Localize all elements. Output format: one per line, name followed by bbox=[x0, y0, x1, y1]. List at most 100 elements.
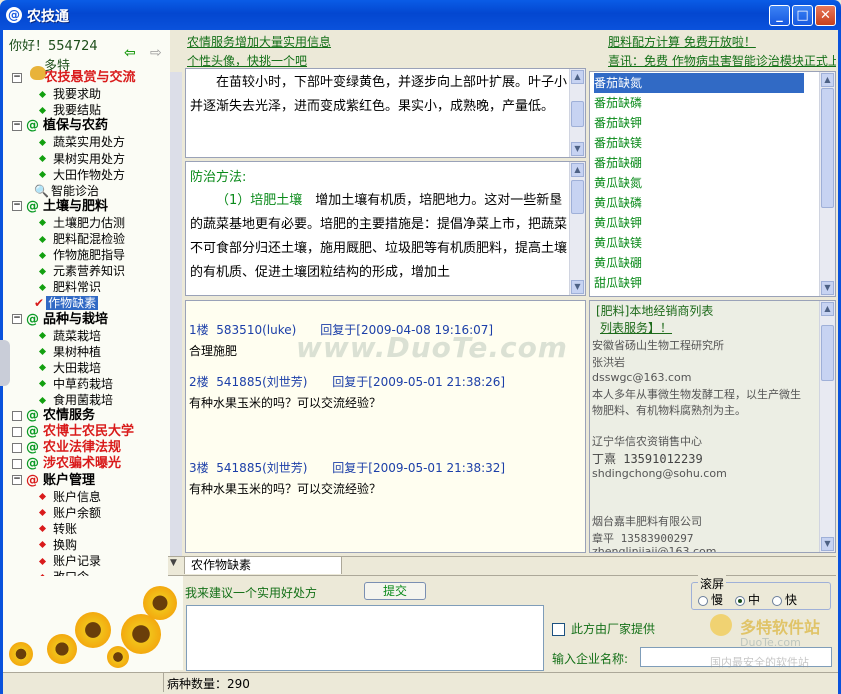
collapse-icon[interactable] bbox=[12, 426, 22, 437]
tree-item[interactable]: − @ 品种与栽培 bbox=[12, 312, 108, 328]
radio-icon[interactable] bbox=[698, 595, 708, 606]
bullet-icon bbox=[38, 348, 47, 356]
tab-deficiency[interactable]: 农作物缺素 bbox=[184, 556, 342, 574]
fertilizer-calc-link[interactable]: 肥料配方计算 免费开放啦！ bbox=[608, 33, 756, 50]
scroll-speed-option[interactable]: 慢 bbox=[698, 593, 723, 607]
back-arrow-icon[interactable]: ⇦ bbox=[124, 45, 136, 61]
tree-item[interactable]: 作物施肥指导 bbox=[38, 247, 125, 263]
tree-item[interactable]: @ 农业法律法规 bbox=[12, 440, 121, 456]
list-item[interactable]: 番茄缺氮 bbox=[594, 73, 804, 93]
tree-item[interactable]: @ 涉农骗术曝光 bbox=[12, 456, 121, 472]
collapse-icon[interactable]: − bbox=[12, 475, 22, 485]
bullet-icon bbox=[38, 493, 47, 501]
tree-item[interactable]: 🔍 智能诊治 bbox=[34, 183, 99, 199]
tree-item[interactable]: 元素营养知识 bbox=[38, 263, 125, 279]
bullet-icon bbox=[38, 267, 47, 275]
minimize-icon: _ bbox=[776, 8, 783, 23]
list-item[interactable]: 番茄缺磷 bbox=[594, 93, 804, 113]
tree-item[interactable]: 肥料常识 bbox=[38, 279, 101, 295]
tree-item[interactable]: − @ 土壤与肥料 bbox=[12, 199, 108, 215]
tree-item[interactable]: 蔬菜栽培 bbox=[38, 328, 101, 344]
minimize-button[interactable]: _ bbox=[769, 5, 790, 26]
comment-reply[interactable]: 回复于[2009-05-01 21:38:32] bbox=[332, 461, 505, 475]
tree-item-label: 大田作物处方 bbox=[53, 167, 126, 182]
list-item[interactable]: 黄瓜缺钾 bbox=[594, 213, 804, 233]
collapse-handle[interactable] bbox=[0, 340, 10, 386]
tree-item[interactable]: 转账 bbox=[38, 521, 77, 537]
control-scrollbar[interactable]: ▲ ▼ bbox=[569, 162, 585, 295]
tree-item[interactable]: @ 农博士农民大学 bbox=[12, 424, 134, 440]
forward-arrow-icon[interactable]: ⇨ bbox=[150, 45, 162, 61]
tree-item[interactable]: 土壤肥力估测 bbox=[38, 215, 125, 231]
tree-item[interactable]: 中草药栽培 bbox=[38, 376, 113, 392]
tree-item[interactable]: − @ 植保与农药 bbox=[12, 118, 108, 134]
list-item[interactable]: 番茄缺硼 bbox=[594, 153, 804, 173]
maximize-button[interactable]: □ bbox=[792, 5, 813, 26]
dealer-header[interactable]: [肥料]本地经销商列表 bbox=[596, 302, 713, 319]
notice-link[interactable]: 喜讯：免费 作物病虫害智能诊治模块正式上 bbox=[608, 52, 836, 69]
list-item[interactable]: 甜瓜缺钾 bbox=[594, 273, 804, 293]
tree-item[interactable]: 肥料配混检验 bbox=[38, 231, 125, 247]
comment-text: 有种水果玉米的吗？可以交流经验？ bbox=[189, 482, 382, 496]
collapse-icon[interactable] bbox=[12, 442, 22, 453]
tree-item[interactable]: 大田作物处方 bbox=[38, 167, 125, 183]
collapse-icon[interactable]: − bbox=[12, 72, 22, 83]
tree-item[interactable]: 账户余额 bbox=[38, 505, 101, 521]
duote-brand: 多特软件站 bbox=[740, 618, 821, 637]
tree-item-label: 农博士农民大学 bbox=[43, 424, 135, 440]
comment-user[interactable]: 541885(刘世芳) bbox=[216, 459, 332, 476]
radio-icon[interactable] bbox=[772, 595, 783, 606]
news-link[interactable]: 农情服务增加大量实用信息 bbox=[187, 33, 331, 50]
tree-item-label: 中草药栽培 bbox=[53, 376, 114, 391]
tree-item[interactable]: 账户记录 bbox=[38, 553, 101, 569]
left-scrollbar[interactable] bbox=[170, 72, 182, 632]
tree-item[interactable]: 我要结贴 bbox=[38, 102, 101, 118]
collapse-icon[interactable] bbox=[12, 458, 22, 469]
tree-item[interactable]: 果树实用处方 bbox=[38, 151, 125, 167]
close-button[interactable]: ✕ bbox=[815, 5, 836, 26]
list-item[interactable]: 番茄缺钾 bbox=[594, 113, 804, 133]
dealer-scrollbar[interactable]: ▲ ▼ bbox=[819, 301, 835, 552]
tab-scroll-icon[interactable]: ▼ bbox=[170, 558, 177, 568]
collapse-icon[interactable]: − bbox=[12, 201, 22, 212]
deficiency-scrollbar[interactable]: ▲ ▼ bbox=[819, 72, 835, 296]
tree-item[interactable]: 我要求助 bbox=[38, 86, 101, 102]
tree-item[interactable]: 账户信息 bbox=[38, 489, 101, 505]
tree-item[interactable]: − 农技悬赏与交流 bbox=[12, 70, 136, 86]
comment-user[interactable]: 541885(刘世芳) bbox=[216, 373, 332, 390]
avatar-link[interactable]: 个性头像，快挑一个吧 bbox=[187, 52, 307, 69]
list-item[interactable]: 黄瓜缺硼 bbox=[594, 253, 804, 273]
title-bar[interactable]: @ 农技通 _ □ ✕ bbox=[0, 0, 841, 30]
list-item[interactable]: 黄瓜缺镁 bbox=[594, 233, 804, 253]
manufacturer-checkbox[interactable]: 此方由厂家提供 bbox=[552, 620, 655, 637]
tree-item[interactable]: 蔬菜实用处方 bbox=[38, 134, 125, 150]
tree-item-label: 果树实用处方 bbox=[53, 151, 126, 166]
tree-item[interactable]: − @ 账户管理 bbox=[12, 473, 95, 489]
tree-item[interactable]: ✔ 作物缺素 bbox=[34, 295, 99, 311]
suggest-textarea[interactable] bbox=[186, 605, 544, 671]
list-item[interactable]: 番茄缺镁 bbox=[594, 133, 804, 153]
tree-item[interactable]: 食用菌栽培 bbox=[38, 392, 113, 408]
tree-item[interactable]: 大田栽培 bbox=[38, 360, 101, 376]
radio-icon[interactable] bbox=[735, 595, 746, 606]
scroll-speed-option[interactable]: 中 bbox=[735, 593, 760, 607]
collapse-icon[interactable] bbox=[12, 410, 22, 421]
tree-item[interactable]: @ 农情服务 bbox=[12, 408, 95, 424]
list-item[interactable]: 黄瓜缺氮 bbox=[594, 173, 804, 193]
dealer-line: 辽宁华信农资销售中心 bbox=[592, 435, 702, 448]
tree-item[interactable]: 改口令 bbox=[38, 569, 89, 576]
dealer-line: 安徽省砀山生物工程研究所 bbox=[592, 339, 724, 352]
tree-item[interactable]: 果树种植 bbox=[38, 344, 101, 360]
scroll-speed-option[interactable]: 快 bbox=[772, 593, 797, 607]
checkbox-box[interactable] bbox=[552, 623, 565, 636]
submit-button[interactable]: 提交 bbox=[364, 582, 426, 600]
tree-item[interactable]: 换购 bbox=[38, 537, 77, 553]
collapse-icon[interactable]: − bbox=[12, 314, 22, 324]
dealer-service-link[interactable]: 列表服务】！ bbox=[600, 319, 672, 336]
collapse-icon[interactable]: − bbox=[12, 120, 22, 131]
comment-floor: 3楼 bbox=[189, 461, 209, 475]
list-item[interactable]: 黄瓜缺磷 bbox=[594, 193, 804, 213]
comment-reply[interactable]: 回复于[2009-05-01 21:38:26] bbox=[332, 375, 505, 389]
comments-pane: 1楼 583510(luke) 回复于[2009-04-08 19:16:07] 合… bbox=[185, 300, 586, 553]
symptom-scrollbar[interactable]: ▲ ▼ bbox=[569, 69, 585, 157]
